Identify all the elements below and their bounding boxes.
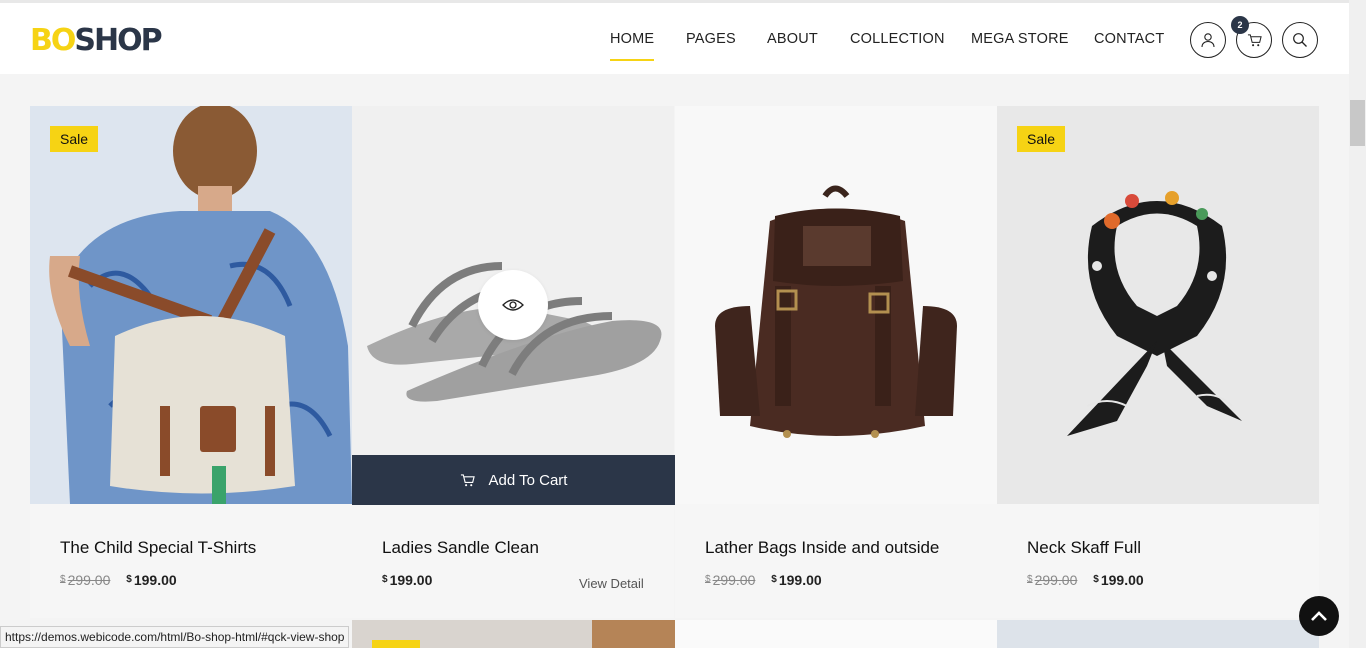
next-row-product-image bbox=[997, 620, 1319, 648]
product-image-neck-scarf[interactable] bbox=[997, 106, 1319, 504]
sale-badge-partial bbox=[372, 640, 420, 648]
user-icon bbox=[1201, 33, 1215, 48]
search-icon bbox=[1293, 33, 1307, 47]
current-price: $199.00 bbox=[1093, 572, 1144, 588]
sale-badge: Sale bbox=[1017, 126, 1066, 152]
site-header: BOSHOP HOME PAGES ABOUT COLLECTION MEGA … bbox=[0, 0, 1349, 74]
view-detail-link[interactable]: View Detail bbox=[579, 576, 644, 591]
product-card[interactable]: Lather Bags Inside and outside $299.00 $… bbox=[675, 106, 997, 618]
nav-pages[interactable]: PAGES bbox=[686, 31, 736, 47]
back-to-top-button[interactable] bbox=[1299, 596, 1339, 636]
page-scrollbar[interactable] bbox=[1349, 0, 1366, 648]
product-price: $299.00 $199.00 bbox=[705, 572, 822, 588]
eye-icon bbox=[502, 299, 524, 311]
nav-mega-store[interactable]: MEGA STORE bbox=[971, 31, 1069, 47]
cart-icon bbox=[1247, 33, 1262, 46]
chevron-up-icon bbox=[1311, 611, 1327, 621]
quick-view-button[interactable] bbox=[478, 270, 548, 340]
current-price: $199.00 bbox=[771, 572, 822, 588]
cart-count-badge: 2 bbox=[1231, 16, 1249, 34]
product-card[interactable]: Add To Cart Ladies Sandle Clean $199.00 … bbox=[352, 106, 675, 618]
status-bar-url: https://demos.webicode.com/html/Bo-shop-… bbox=[0, 626, 350, 648]
nav-contact[interactable]: CONTACT bbox=[1094, 31, 1164, 47]
product-image-leather-backpack[interactable] bbox=[675, 106, 997, 504]
product-price: $299.00 $199.00 bbox=[60, 572, 177, 588]
old-price: $299.00 bbox=[1027, 572, 1078, 588]
next-row-image-detail bbox=[592, 620, 675, 648]
add-to-cart-button[interactable]: Add To Cart bbox=[352, 455, 675, 505]
product-card[interactable]: Sale Neck Skaff Full $299.00 $199.00 bbox=[997, 106, 1319, 618]
next-row-product-image bbox=[675, 620, 997, 648]
product-price: $299.00 $199.00 bbox=[1027, 572, 1144, 588]
add-to-cart-label: Add To Cart bbox=[488, 471, 568, 489]
product-title[interactable]: Neck Skaff Full bbox=[1027, 538, 1141, 558]
logo[interactable]: BOSHOP bbox=[30, 23, 163, 58]
product-image-kid-backpack[interactable] bbox=[30, 106, 352, 504]
nav-collection[interactable]: COLLECTION bbox=[850, 31, 945, 47]
cart-icon bbox=[460, 473, 475, 486]
account-button[interactable] bbox=[1190, 22, 1226, 58]
logo-bo: BO bbox=[30, 23, 76, 58]
product-title[interactable]: Ladies Sandle Clean bbox=[382, 538, 539, 558]
sale-badge: Sale bbox=[50, 126, 99, 152]
product-title[interactable]: The Child Special T-Shirts bbox=[60, 538, 256, 558]
scrollbar-thumb[interactable] bbox=[1350, 100, 1365, 146]
product-price: $199.00 bbox=[382, 572, 432, 588]
search-button[interactable] bbox=[1282, 22, 1318, 58]
product-title[interactable]: Lather Bags Inside and outside bbox=[705, 538, 939, 558]
product-card[interactable]: Sale The Child Special T-Shirts $299.00 … bbox=[30, 106, 352, 618]
current-price: $199.00 bbox=[126, 572, 177, 588]
old-price: $299.00 bbox=[705, 572, 756, 588]
logo-shop: SHOP bbox=[74, 23, 162, 58]
nav-home[interactable]: HOME bbox=[610, 31, 655, 61]
old-price: $299.00 bbox=[60, 572, 111, 588]
next-row-product-image bbox=[352, 620, 675, 648]
current-price: $199.00 bbox=[382, 572, 433, 588]
nav-about[interactable]: ABOUT bbox=[767, 31, 818, 47]
